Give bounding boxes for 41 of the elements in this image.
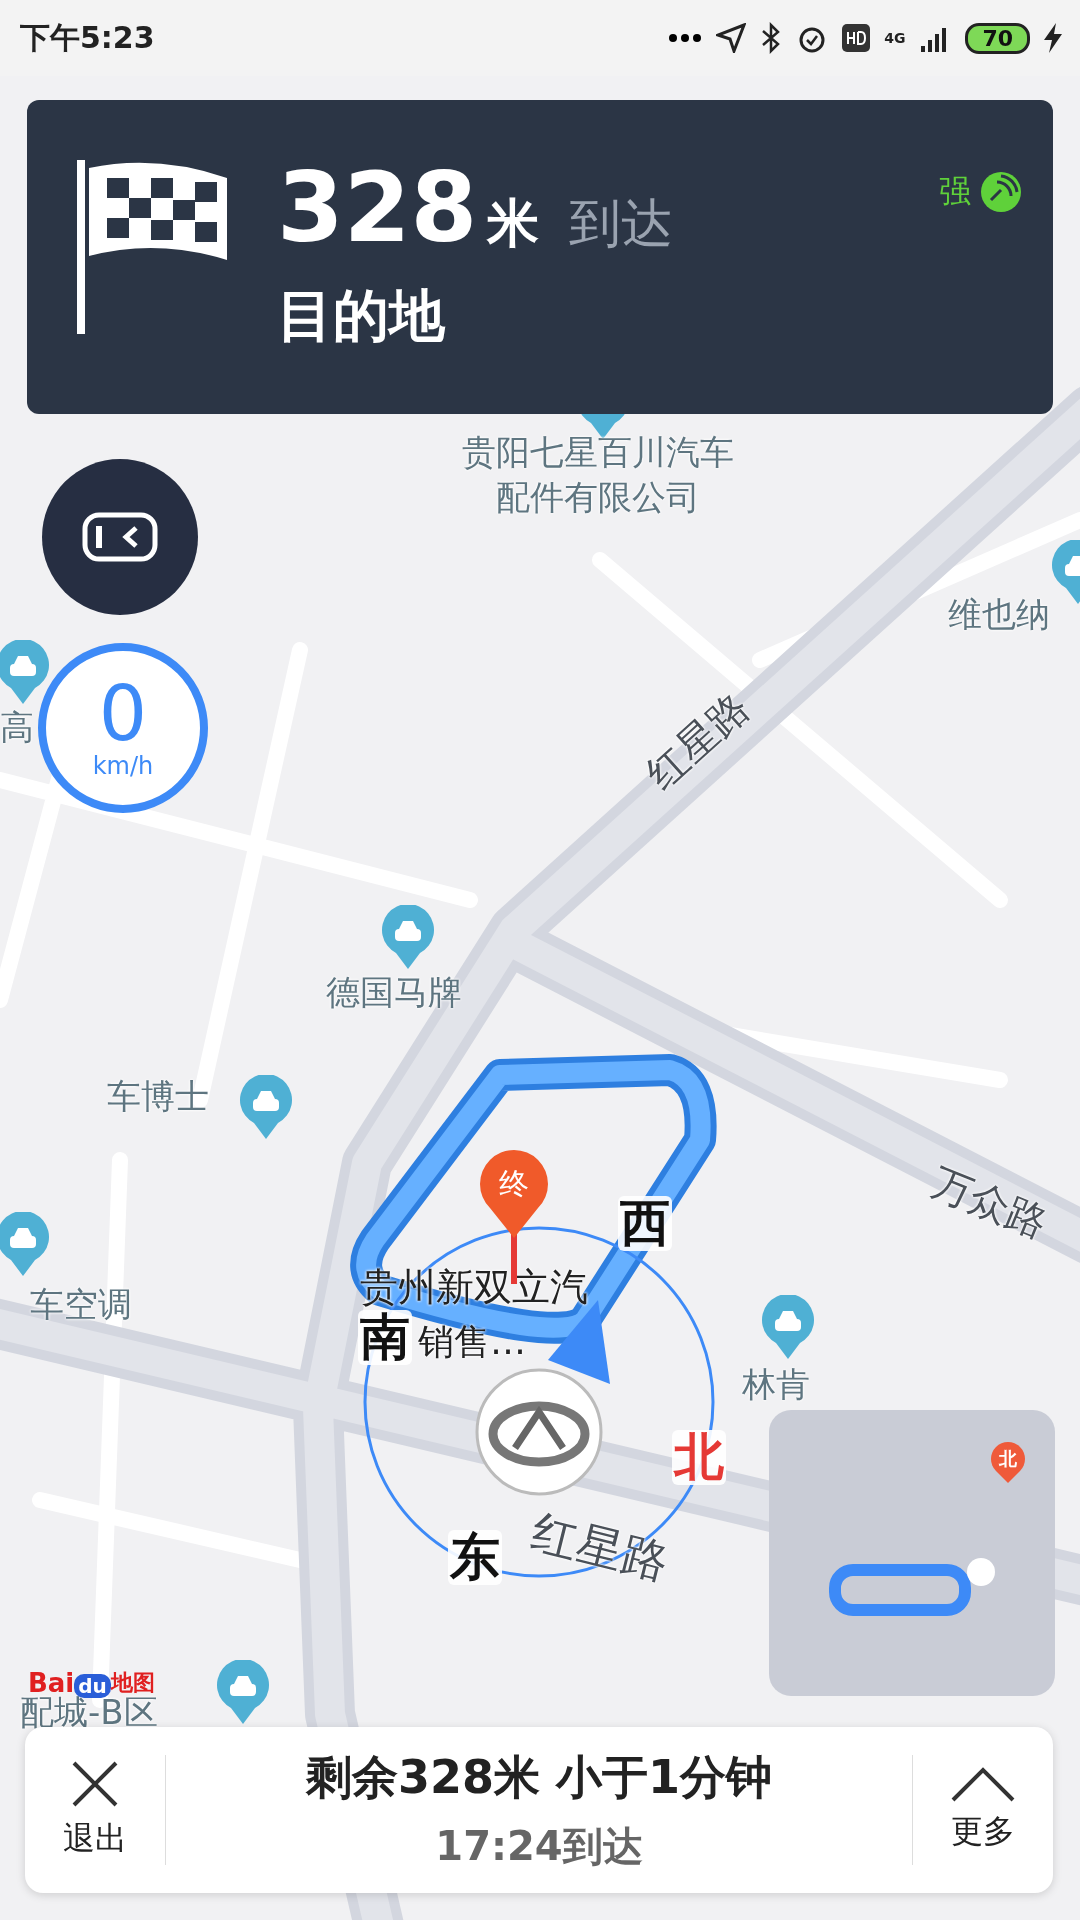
satellite-icon [979,170,1023,214]
caret-up-icon [950,1766,1016,1802]
compass-letter: 北 [672,1430,726,1485]
gps-signal-text: 强 [939,171,971,212]
network-type: 4G [884,30,906,46]
action-text: 到达 [569,192,674,255]
road-label: 红星路 [636,682,759,800]
place-label: 车空调 [30,1283,132,1326]
status-time: 下午5:23 [20,18,156,57]
place-label: 德国马牌 [326,971,462,1014]
speed-unit: km/h [92,752,154,780]
distance-unit: 米 [487,192,540,255]
place-label: 配件有限公司 [496,476,700,519]
hd-icon [842,24,871,52]
place-label: 销售… [418,1320,526,1364]
battery-level: 70 [965,22,1030,54]
speed-value: 0 [98,676,148,752]
charging-icon [1044,23,1062,53]
compass-letter: 东 [448,1530,502,1585]
destination-marker: 终 [499,1165,529,1203]
arrival-time: 17:24到达 [435,1821,643,1871]
destination-text: 目的地 [277,282,446,350]
road-label: 红星路 [525,1503,675,1592]
place-label: 林肯 [742,1363,810,1406]
remaining-summary: 剩余328米 小于1分钟 [305,1748,772,1806]
compass-letter: 南 [358,1310,412,1365]
road-label: 万众路 [924,1157,1056,1249]
place-label: 配城-B区 [20,1692,158,1734]
overview-icon [82,512,158,562]
place-label: 维也纳 [948,593,1050,636]
more-dots-icon [668,33,703,43]
close-icon [70,1759,120,1809]
compass-letter: 西 [618,1196,672,1251]
place-label: 贵阳七星百川汽车 [462,431,734,474]
place-label: 车博士 [107,1075,209,1118]
location-arrow-icon [716,23,747,53]
exit-button[interactable]: 退出 [25,1735,165,1885]
place-label: 高 [0,706,34,749]
more-button[interactable]: 更多 [913,1735,1053,1885]
car-logo-icon [475,1368,603,1496]
remaining-distance: 328 [277,160,478,256]
